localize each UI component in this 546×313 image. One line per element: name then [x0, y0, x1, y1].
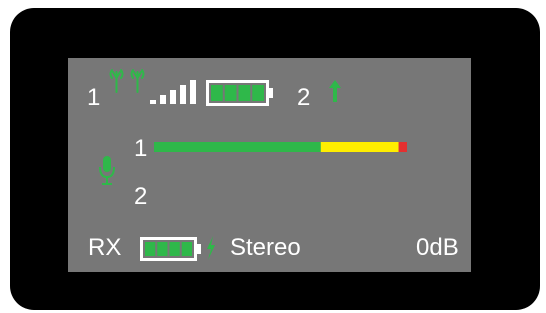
signal-bar	[190, 80, 196, 104]
meter-yellow-segment	[320, 142, 399, 152]
rx-battery-icon	[140, 237, 202, 261]
battery-segment	[252, 85, 264, 101]
battery-segment	[224, 85, 237, 101]
meter-red-segment	[398, 142, 407, 152]
signal-bar	[180, 85, 186, 104]
signal-strength-icon	[148, 76, 202, 106]
channel-1-level-meter	[154, 142, 432, 152]
signal-bar	[170, 90, 176, 104]
battery-terminal	[196, 244, 201, 254]
battery-segment	[169, 242, 180, 256]
gain-label: 0dB	[416, 234, 459, 261]
battery-segment	[181, 242, 192, 256]
meter-channel-2-label: 2	[134, 183, 148, 210]
signal-bar	[160, 95, 166, 104]
battery-segment	[145, 242, 156, 256]
meter-green-segment	[154, 142, 321, 152]
battery-terminal	[268, 88, 273, 98]
up-arrow-icon	[328, 78, 342, 104]
dual-antenna-icon	[106, 66, 148, 96]
rx-label: RX	[88, 234, 122, 261]
battery-segment	[238, 85, 251, 101]
stereo-mode-label: Stereo	[230, 234, 301, 261]
battery-segment	[211, 85, 223, 101]
microphone-icon	[97, 154, 117, 188]
signal-bar	[150, 100, 156, 104]
channel-2-label: 2	[297, 84, 311, 111]
receiver-display: 1 2 1 2 RX Stereo 0dB	[68, 58, 471, 272]
battery-segment	[157, 242, 168, 256]
channel-1-label: 1	[87, 84, 101, 111]
meter-channel-1-label: 1	[134, 135, 148, 162]
battery-icon	[206, 80, 274, 106]
lightning-bolt-icon	[205, 235, 217, 261]
